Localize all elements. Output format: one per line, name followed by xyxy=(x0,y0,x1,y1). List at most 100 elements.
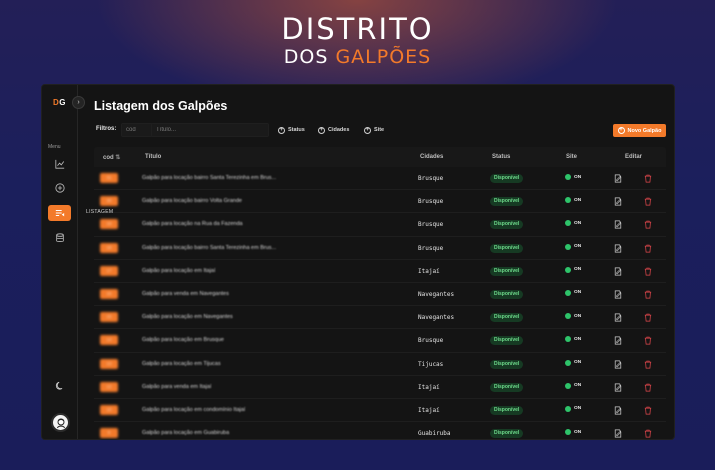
row-title: Galpão para locação bairro Volta Grande xyxy=(142,198,242,205)
table-row[interactable]: 19 Galpão para locação na Rua da Fazenda… xyxy=(94,213,666,237)
trash-icon[interactable] xyxy=(644,383,652,392)
title-filter-input[interactable] xyxy=(151,123,269,137)
app-logo[interactable]: DG xyxy=(53,98,66,107)
cities-filter-button[interactable]: + Cidades xyxy=(318,123,349,137)
galpoes-table: cod ⇅ Título Cidades Status Site Editar … xyxy=(94,147,666,439)
row-title: Galpão para locação em Brusque xyxy=(142,337,224,344)
status-badge: Disponível xyxy=(490,405,524,415)
list-edit-icon xyxy=(55,210,64,217)
row-city: Brusque xyxy=(418,175,444,182)
site-status-dot-icon xyxy=(565,266,571,273)
sidebar-item-listagem[interactable] xyxy=(48,205,71,221)
cod-badge[interactable]: 18 xyxy=(100,242,118,253)
site-toggle[interactable]: ON xyxy=(565,289,581,296)
trash-icon[interactable] xyxy=(644,197,652,206)
cod-badge[interactable]: 15 xyxy=(100,312,118,323)
trash-icon[interactable] xyxy=(644,313,652,322)
table-row[interactable]: 12 Galpão para venda em Itajaí Itajaí Di… xyxy=(94,376,666,399)
cod-badge[interactable]: 19 xyxy=(100,219,118,230)
site-status-dot-icon xyxy=(565,289,571,296)
site-toggle[interactable]: ON xyxy=(565,429,581,436)
cod-badge[interactable]: 30 xyxy=(100,196,118,207)
table-row[interactable]: 10 Galpão para locação em condomínio Ita… xyxy=(94,399,666,423)
site-status-label: ON xyxy=(574,406,582,412)
site-status-dot-icon xyxy=(565,336,571,343)
site-status-dot-icon xyxy=(565,405,571,412)
brand-title: DISTRITO xyxy=(281,12,434,46)
plus-circle-icon: + xyxy=(278,126,285,134)
table-row[interactable]: 17 Galpão para locação em Itajaí Itajaí … xyxy=(94,260,666,283)
cod-badge[interactable]: 10 xyxy=(100,404,118,415)
cod-badge[interactable]: 9 xyxy=(100,428,118,439)
col-status-header: Status xyxy=(492,154,511,160)
site-toggle[interactable]: ON xyxy=(565,336,581,343)
edit-icon[interactable] xyxy=(614,267,622,276)
table-row[interactable]: 30 Galpão para locação bairro Volta Gran… xyxy=(94,190,666,214)
cod-badge[interactable]: 16 xyxy=(100,288,118,299)
table-row[interactable]: 15 Galpão para locação em Navegantes Nav… xyxy=(94,306,666,330)
table-row[interactable]: 13 Galpão para locação em Tijucas Tijuca… xyxy=(94,353,666,376)
site-toggle[interactable]: ON xyxy=(565,174,581,180)
edit-icon[interactable] xyxy=(614,220,622,229)
edit-icon[interactable] xyxy=(614,244,622,253)
new-galpao-button[interactable]: + Novo Galpão xyxy=(613,124,666,137)
trash-icon[interactable] xyxy=(644,244,652,253)
sidebar-item-dashboard[interactable] xyxy=(48,156,71,172)
edit-icon[interactable] xyxy=(614,290,622,299)
edit-icon[interactable] xyxy=(614,406,622,415)
col-city-header: Cidades xyxy=(420,154,444,160)
cod-badge[interactable]: 17 xyxy=(100,265,118,276)
site-filter-button[interactable]: + Site xyxy=(364,123,384,137)
trash-icon[interactable] xyxy=(644,174,652,183)
plus-circle-icon: + xyxy=(617,127,625,134)
table-row[interactable]: 14 Galpão para locação em Brusque Brusqu… xyxy=(94,329,666,353)
sidebar: DG Menu xyxy=(42,85,78,439)
cod-badge[interactable]: 14 xyxy=(100,335,118,346)
edit-icon[interactable] xyxy=(614,313,622,322)
theme-toggle[interactable] xyxy=(48,378,71,394)
user-avatar[interactable] xyxy=(51,413,70,432)
status-badge: Disponível xyxy=(490,313,524,323)
site-toggle[interactable]: ON xyxy=(565,220,581,227)
site-toggle[interactable]: ON xyxy=(565,266,581,273)
site-status-dot-icon xyxy=(565,243,571,250)
brand-subtitle-orange: GALPÕES xyxy=(335,46,432,68)
edit-icon[interactable] xyxy=(614,383,622,392)
edit-icon[interactable] xyxy=(614,360,622,369)
cod-badge[interactable]: 13 xyxy=(100,358,118,369)
trash-icon[interactable] xyxy=(644,267,652,276)
table-row[interactable]: 18 Galpão para locação bairro Santa Tere… xyxy=(94,237,666,260)
trash-icon[interactable] xyxy=(644,429,652,438)
site-toggle[interactable]: ON xyxy=(565,243,581,250)
table-row[interactable]: 9 Galpão para locação em Guabiruba Guabi… xyxy=(94,422,666,439)
site-toggle[interactable]: ON xyxy=(565,359,581,366)
cod-badge[interactable]: 12 xyxy=(100,381,118,392)
brand-subtitle-white: DOS xyxy=(283,46,336,68)
table-row[interactable]: 31 Galpão para locação bairro Santa Tere… xyxy=(94,167,666,191)
status-badge: Disponível xyxy=(490,382,524,392)
site-toggle[interactable]: ON xyxy=(565,197,581,204)
trash-icon[interactable] xyxy=(644,220,652,229)
page-title: Listagem dos Galpões xyxy=(94,99,228,113)
trash-icon[interactable] xyxy=(644,290,652,299)
plus-circle-icon: + xyxy=(318,126,325,134)
site-toggle[interactable]: ON xyxy=(565,313,581,320)
status-filter-button[interactable]: + Status xyxy=(278,123,305,137)
edit-icon[interactable] xyxy=(614,197,622,206)
trash-icon[interactable] xyxy=(644,406,652,415)
plus-circle-icon xyxy=(54,183,65,193)
new-galpao-label: Novo Galpão xyxy=(627,127,662,134)
table-row[interactable]: 16 Galpão para venda em Navegantes Naveg… xyxy=(94,283,666,307)
sidebar-item-database[interactable] xyxy=(48,230,71,246)
site-toggle[interactable]: ON xyxy=(565,382,581,389)
sidebar-collapse-button[interactable]: › xyxy=(72,96,85,109)
site-toggle[interactable]: ON xyxy=(565,405,582,412)
edit-icon[interactable] xyxy=(614,336,622,345)
cod-badge[interactable]: 31 xyxy=(100,173,118,183)
trash-icon[interactable] xyxy=(644,336,652,345)
trash-icon[interactable] xyxy=(644,360,652,369)
edit-icon[interactable] xyxy=(614,174,622,183)
col-cod-header[interactable]: cod ⇅ xyxy=(103,154,120,161)
edit-icon[interactable] xyxy=(614,429,622,438)
sidebar-item-add[interactable] xyxy=(48,180,71,196)
